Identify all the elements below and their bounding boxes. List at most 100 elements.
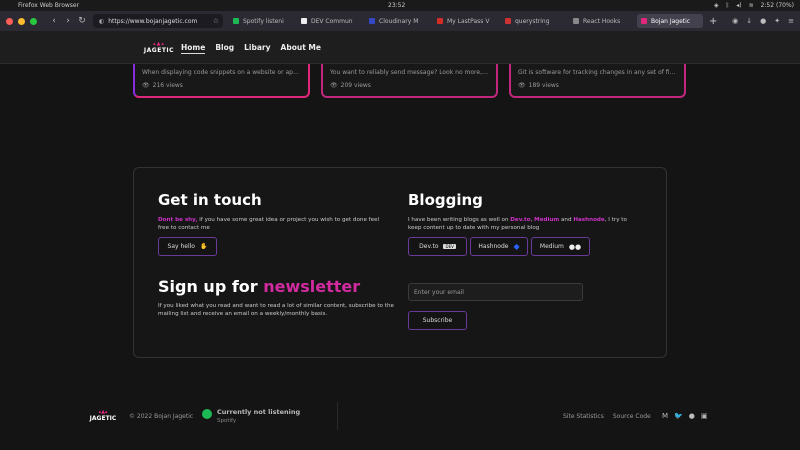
active-app-name[interactable]: Firefox Web Browser: [18, 2, 79, 9]
pocket-icon[interactable]: ◉: [732, 17, 738, 25]
newsletter-title-accent: newsletter: [263, 277, 361, 296]
say-hello-button[interactable]: Say hello ✋: [158, 237, 217, 256]
nav-blog[interactable]: Blog: [215, 43, 234, 54]
github-icon[interactable]: ●: [689, 412, 695, 420]
source-code-link[interactable]: Source Code: [613, 413, 651, 420]
hashnode-icon: ◆: [513, 242, 520, 251]
views-count: 209 views: [340, 82, 371, 89]
devto-button[interactable]: Dev.to DEV: [408, 237, 467, 256]
devto-icon: DEV: [443, 244, 456, 249]
shield-icon[interactable]: ◈: [714, 2, 719, 9]
dev-link[interactable]: Dev.to: [510, 217, 530, 223]
blogging-text-1: I have been writing blogs as well on: [408, 217, 511, 223]
footer-divider: [337, 402, 338, 430]
email-input[interactable]: [408, 283, 583, 301]
hashnode-link[interactable]: Hashnode: [573, 217, 604, 223]
views-count: 216 views: [152, 82, 183, 89]
footer-links: Site Statistics Source Code: [563, 413, 651, 420]
cloudinary-favicon-icon: [369, 18, 375, 24]
url-bar[interactable]: ◐ https://www.bojanjagetic.com ☆: [93, 14, 223, 28]
hashnode-label: Hashnode: [478, 243, 509, 250]
hashnode-button[interactable]: Hashnode ◆: [470, 237, 528, 256]
url-text: https://www.bojanjagetic.com: [108, 17, 198, 25]
spotify-icon: [202, 409, 212, 419]
spotify-status: Currently not listening: [217, 408, 301, 416]
twitter-icon[interactable]: 🐦: [674, 412, 683, 420]
lock-icon: ◐: [99, 17, 105, 25]
blogging-title: Blogging: [408, 191, 483, 209]
spotify-favicon-icon: [233, 18, 239, 24]
tab-label: Bojan Jagetic: [651, 17, 691, 25]
eye-icon: 👁: [518, 82, 526, 89]
bluetooth-icon[interactable]: ᛒ: [726, 2, 730, 9]
system-tray: ◈ ᛒ ◂) ≋ 2:52 (70%): [714, 2, 794, 9]
eye-icon: 👁: [142, 82, 150, 89]
tab-querystring[interactable]: querystring: [501, 14, 567, 28]
reload-icon[interactable]: ↻: [75, 16, 89, 26]
nav-library[interactable]: Libary: [244, 43, 270, 54]
maximize-window-icon[interactable]: [30, 17, 37, 25]
minimize-window-icon[interactable]: [18, 17, 25, 25]
tab-label: DEV Commun: [311, 17, 353, 25]
blog-card-description: You want to reliably send message? Look …: [330, 69, 489, 76]
tab-label: querystring: [515, 17, 550, 25]
menu-icon[interactable]: ≡: [788, 17, 794, 25]
tab-spotify[interactable]: Spotify listeni: [229, 14, 295, 28]
newsletter-title: Sign up for newsletter: [158, 277, 360, 296]
window-controls: [6, 17, 37, 25]
site-logo[interactable]: ▴▲▴ JAGETIC: [142, 42, 176, 55]
back-icon[interactable]: ‹: [47, 16, 61, 26]
browser-toolbar: ‹ › ↻ ◐ https://www.bojanjagetic.com ☆ S…: [0, 11, 800, 31]
main-nav: Home Blog Libary About Me: [181, 43, 321, 54]
browser-tools: ◉ ↓ ● ✦ ≡: [732, 17, 794, 25]
wave-icon: ✋: [199, 243, 208, 250]
linkedin-icon[interactable]: ▣: [701, 412, 708, 420]
download-icon[interactable]: ↓: [746, 17, 752, 25]
nav-home[interactable]: Home: [181, 43, 206, 54]
footer-logo-text: JAGETIC: [89, 415, 117, 422]
eye-icon: 👁: [330, 82, 338, 89]
footer-logo[interactable]: ▴▲▴ JAGETIC: [88, 410, 118, 423]
copyright: © 2022 Bojan Jagetic: [129, 413, 194, 420]
site-header: ▴▲▴ JAGETIC Home Blog Libary About Me: [0, 31, 800, 64]
lastpass-favicon-icon: [437, 18, 443, 24]
subscribe-button[interactable]: Subscribe: [408, 311, 467, 330]
new-tab-icon[interactable]: +: [709, 16, 717, 27]
blog-card-description: When displaying code snippets on a websi…: [142, 69, 301, 76]
gmail-icon[interactable]: M: [662, 412, 668, 420]
tab-dev-community[interactable]: DEV Commun: [297, 14, 363, 28]
close-window-icon[interactable]: [6, 17, 13, 25]
wifi-icon[interactable]: ≋: [749, 2, 754, 9]
react-favicon-icon: [573, 18, 579, 24]
newsletter-text: If you liked what you read and want to r…: [158, 303, 394, 317]
bookmark-star-icon[interactable]: ☆: [213, 17, 219, 25]
medium-button[interactable]: Medium ●●: [531, 237, 590, 256]
os-clock[interactable]: 23:52: [388, 2, 405, 9]
forward-icon[interactable]: ›: [61, 16, 75, 26]
tab-cloudinary[interactable]: Cloudinary M: [365, 14, 431, 28]
medium-link[interactable]: Medium: [534, 217, 559, 223]
nav-about-me[interactable]: About Me: [281, 43, 321, 54]
intro-highlight: Dont be shy,: [158, 217, 198, 223]
blog-card-views: 👁 189 views: [518, 82, 677, 89]
volume-icon[interactable]: ◂): [736, 2, 741, 9]
battery-status[interactable]: 2:52 (70%): [761, 2, 794, 9]
medium-icon: ●●: [568, 242, 582, 251]
logo-text: JAGETIC: [143, 47, 175, 54]
tab-react-hooks[interactable]: React Hooks: [569, 14, 635, 28]
account-icon[interactable]: ●: [760, 17, 766, 25]
tab-label: My LastPass V: [447, 17, 490, 25]
get-in-touch-title: Get in touch: [158, 191, 262, 209]
blog-card-views: 👁 209 views: [330, 82, 489, 89]
site-favicon-icon: [641, 18, 647, 24]
medium-label: Medium: [539, 243, 564, 250]
tab-bojan-jagetic[interactable]: Bojan Jagetic: [637, 14, 703, 28]
devto-label: Dev.to: [419, 243, 439, 250]
tab-label: React Hooks: [583, 17, 621, 25]
subscribe-label: Subscribe: [422, 317, 453, 324]
extensions-icon[interactable]: ✦: [774, 17, 780, 25]
tab-lastpass[interactable]: My LastPass V: [433, 14, 499, 28]
spotify-now-playing[interactable]: Currently not listening Spotify: [202, 408, 300, 424]
npm-favicon-icon: [505, 18, 511, 24]
site-statistics-link[interactable]: Site Statistics: [563, 413, 604, 420]
